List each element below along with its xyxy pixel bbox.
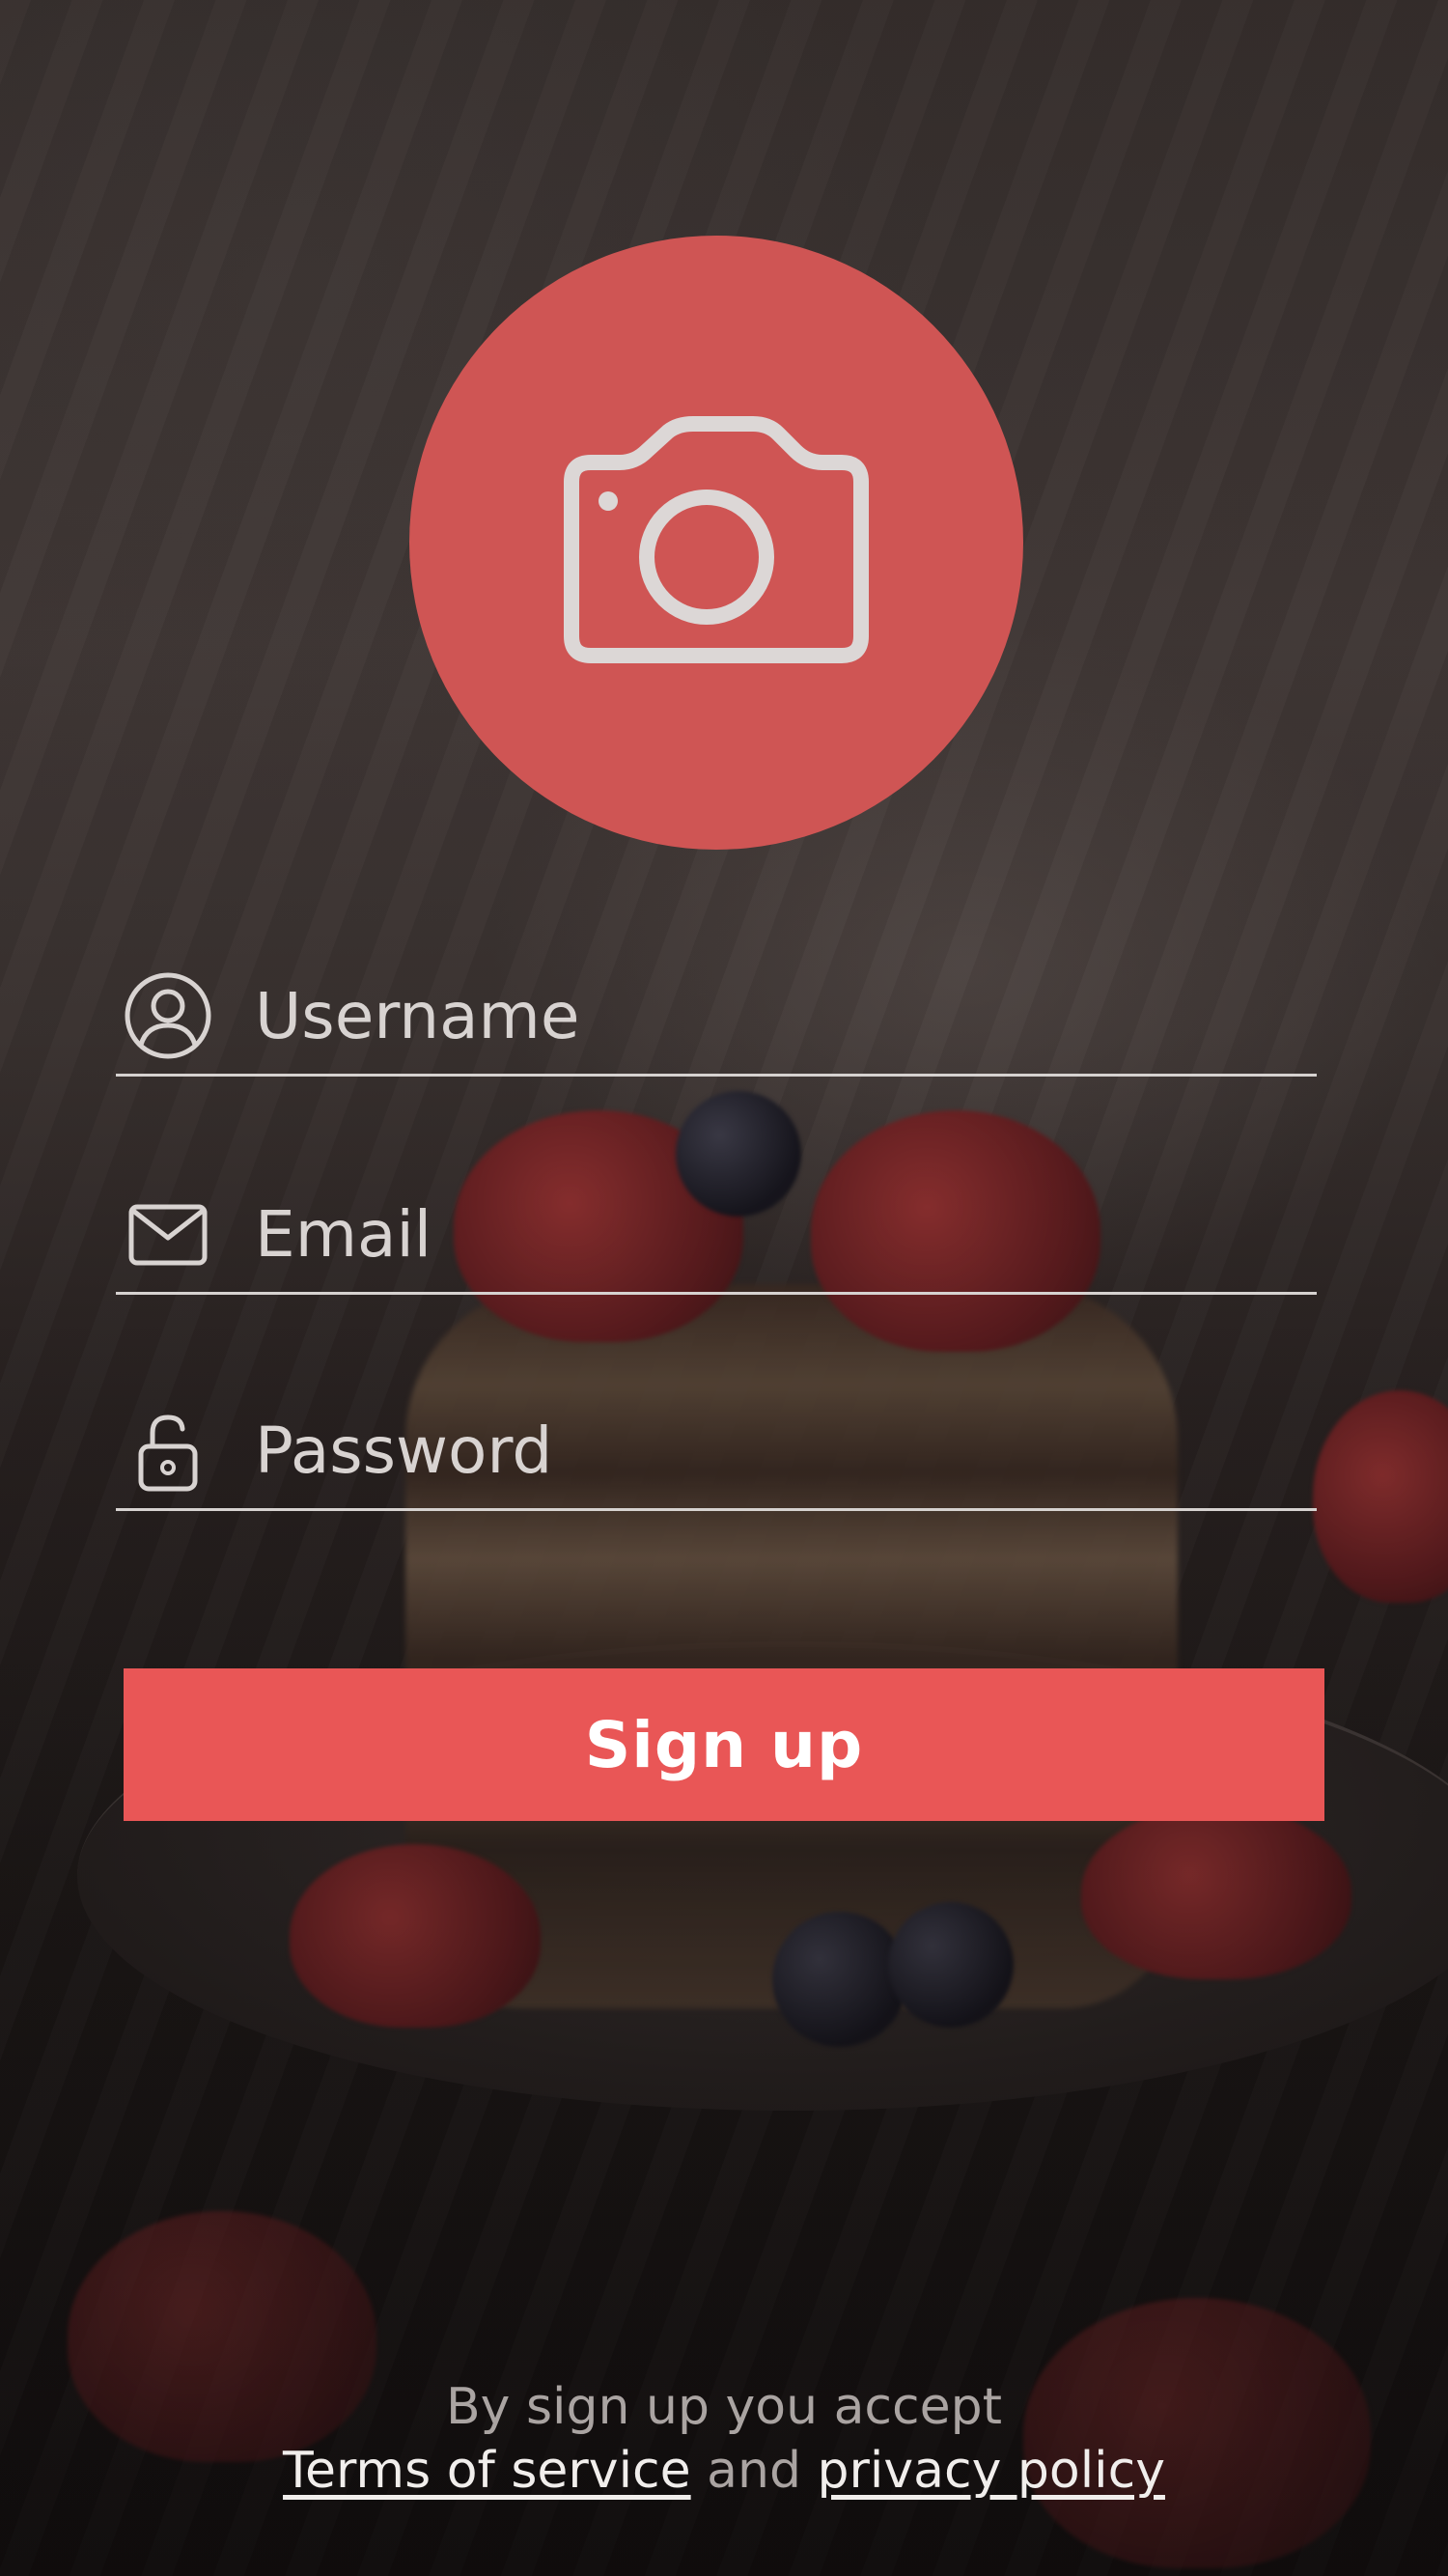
- terms-connector-text: and: [707, 2442, 801, 2500]
- camera-icon: [564, 416, 869, 663]
- unlock-icon: [122, 1404, 214, 1497]
- password-field: [116, 1392, 1317, 1511]
- mail-icon: [122, 1188, 214, 1280]
- sign-up-button[interactable]: Sign up: [124, 1668, 1324, 1821]
- username-input[interactable]: [255, 967, 1317, 1064]
- username-field: [116, 958, 1317, 1077]
- privacy-policy-link[interactable]: privacy policy: [818, 2442, 1165, 2500]
- signup-screen: Sign up By sign up you accept Terms of s…: [0, 0, 1448, 2576]
- email-input[interactable]: [255, 1186, 1317, 1282]
- user-circle-icon: [122, 969, 214, 1062]
- profile-photo-button[interactable]: [409, 236, 1023, 850]
- terms-links-line: Terms of service and privacy policy: [0, 2439, 1448, 2503]
- terms-footer: By sign up you accept Terms of service a…: [0, 2375, 1448, 2503]
- email-field: [116, 1176, 1317, 1295]
- password-input[interactable]: [255, 1402, 1317, 1498]
- terms-intro-text: By sign up you accept: [445, 2378, 1002, 2436]
- terms-of-service-link[interactable]: Terms of service: [283, 2442, 691, 2500]
